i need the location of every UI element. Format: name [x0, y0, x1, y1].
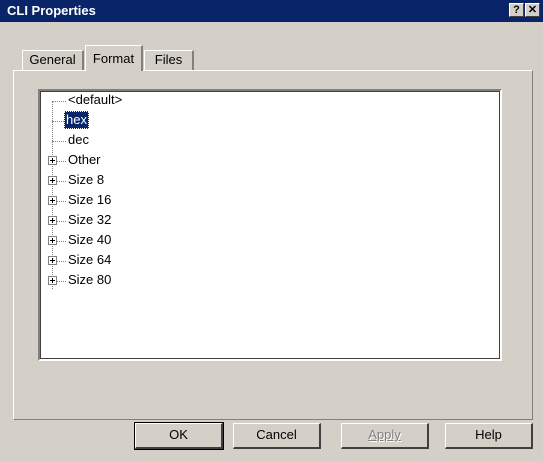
tree-item-size-80[interactable]: Size 80 [40, 271, 340, 291]
tree-item-size-32[interactable]: Size 32 [40, 211, 340, 231]
tree-branch-line [52, 101, 66, 102]
tree-branch-line [56, 181, 66, 182]
tree-item-label: hex [64, 111, 89, 129]
expand-plus-icon[interactable] [48, 176, 57, 185]
tree-item-hex[interactable]: hex [40, 111, 340, 131]
tree-item-label: Size 40 [68, 232, 112, 247]
tab-format[interactable]: Format [85, 45, 143, 71]
tree-item-label: Size 16 [68, 192, 112, 207]
close-icon[interactable]: ✕ [525, 3, 540, 17]
tree-branch-line [56, 221, 66, 222]
expand-plus-icon[interactable] [48, 196, 57, 205]
expand-plus-icon[interactable] [48, 156, 57, 165]
apply-button[interactable]: Apply [341, 423, 429, 449]
tree-item-size-64[interactable]: Size 64 [40, 251, 340, 271]
tree-branch-line [52, 121, 64, 122]
window-title: CLI Properties [7, 3, 96, 18]
tree-item-dec[interactable]: dec [40, 131, 340, 151]
tree-item-size-40[interactable]: Size 40 [40, 231, 340, 251]
ok-button[interactable]: OK [134, 422, 224, 450]
tab-files[interactable]: Files [144, 50, 194, 70]
help-icon[interactable]: ? [509, 3, 524, 17]
tree-branch-line [56, 241, 66, 242]
expand-plus-icon[interactable] [48, 216, 57, 225]
expand-plus-icon[interactable] [48, 256, 57, 265]
tree-branch-line [56, 281, 66, 282]
tree-item-other[interactable]: Other [40, 151, 340, 171]
title-bar[interactable]: CLI Properties ? ✕ [0, 0, 543, 22]
expand-plus-icon[interactable] [48, 236, 57, 245]
tree-item-label: dec [68, 132, 89, 147]
tree-branch-line [56, 261, 66, 262]
tree-item-size-8[interactable]: Size 8 [40, 171, 340, 191]
tree-item-label: Size 8 [68, 172, 105, 187]
tree-item-label: Size 64 [68, 252, 112, 267]
format-tree-view[interactable]: <default> hex dec Other Size 8 Size 16 S… [38, 89, 502, 361]
expand-plus-icon[interactable] [48, 276, 57, 285]
tree-item-label: Size 32 [68, 212, 112, 227]
tree-item-default[interactable]: <default> [40, 91, 340, 111]
tab-general[interactable]: General [22, 50, 84, 70]
cancel-button[interactable]: Cancel [233, 423, 321, 449]
tree-branch-line [52, 141, 66, 142]
help-button[interactable]: Help [445, 423, 533, 449]
tree-item-size-16[interactable]: Size 16 [40, 191, 340, 211]
tree-item-label: <default> [68, 92, 123, 107]
tree-item-label: Other [68, 152, 101, 167]
properties-dialog: CLI Properties ? ✕ General Format Files … [0, 0, 543, 461]
tree-item-label: Size 80 [68, 272, 112, 287]
tree-branch-line [56, 161, 66, 162]
tree-branch-line [56, 201, 66, 202]
